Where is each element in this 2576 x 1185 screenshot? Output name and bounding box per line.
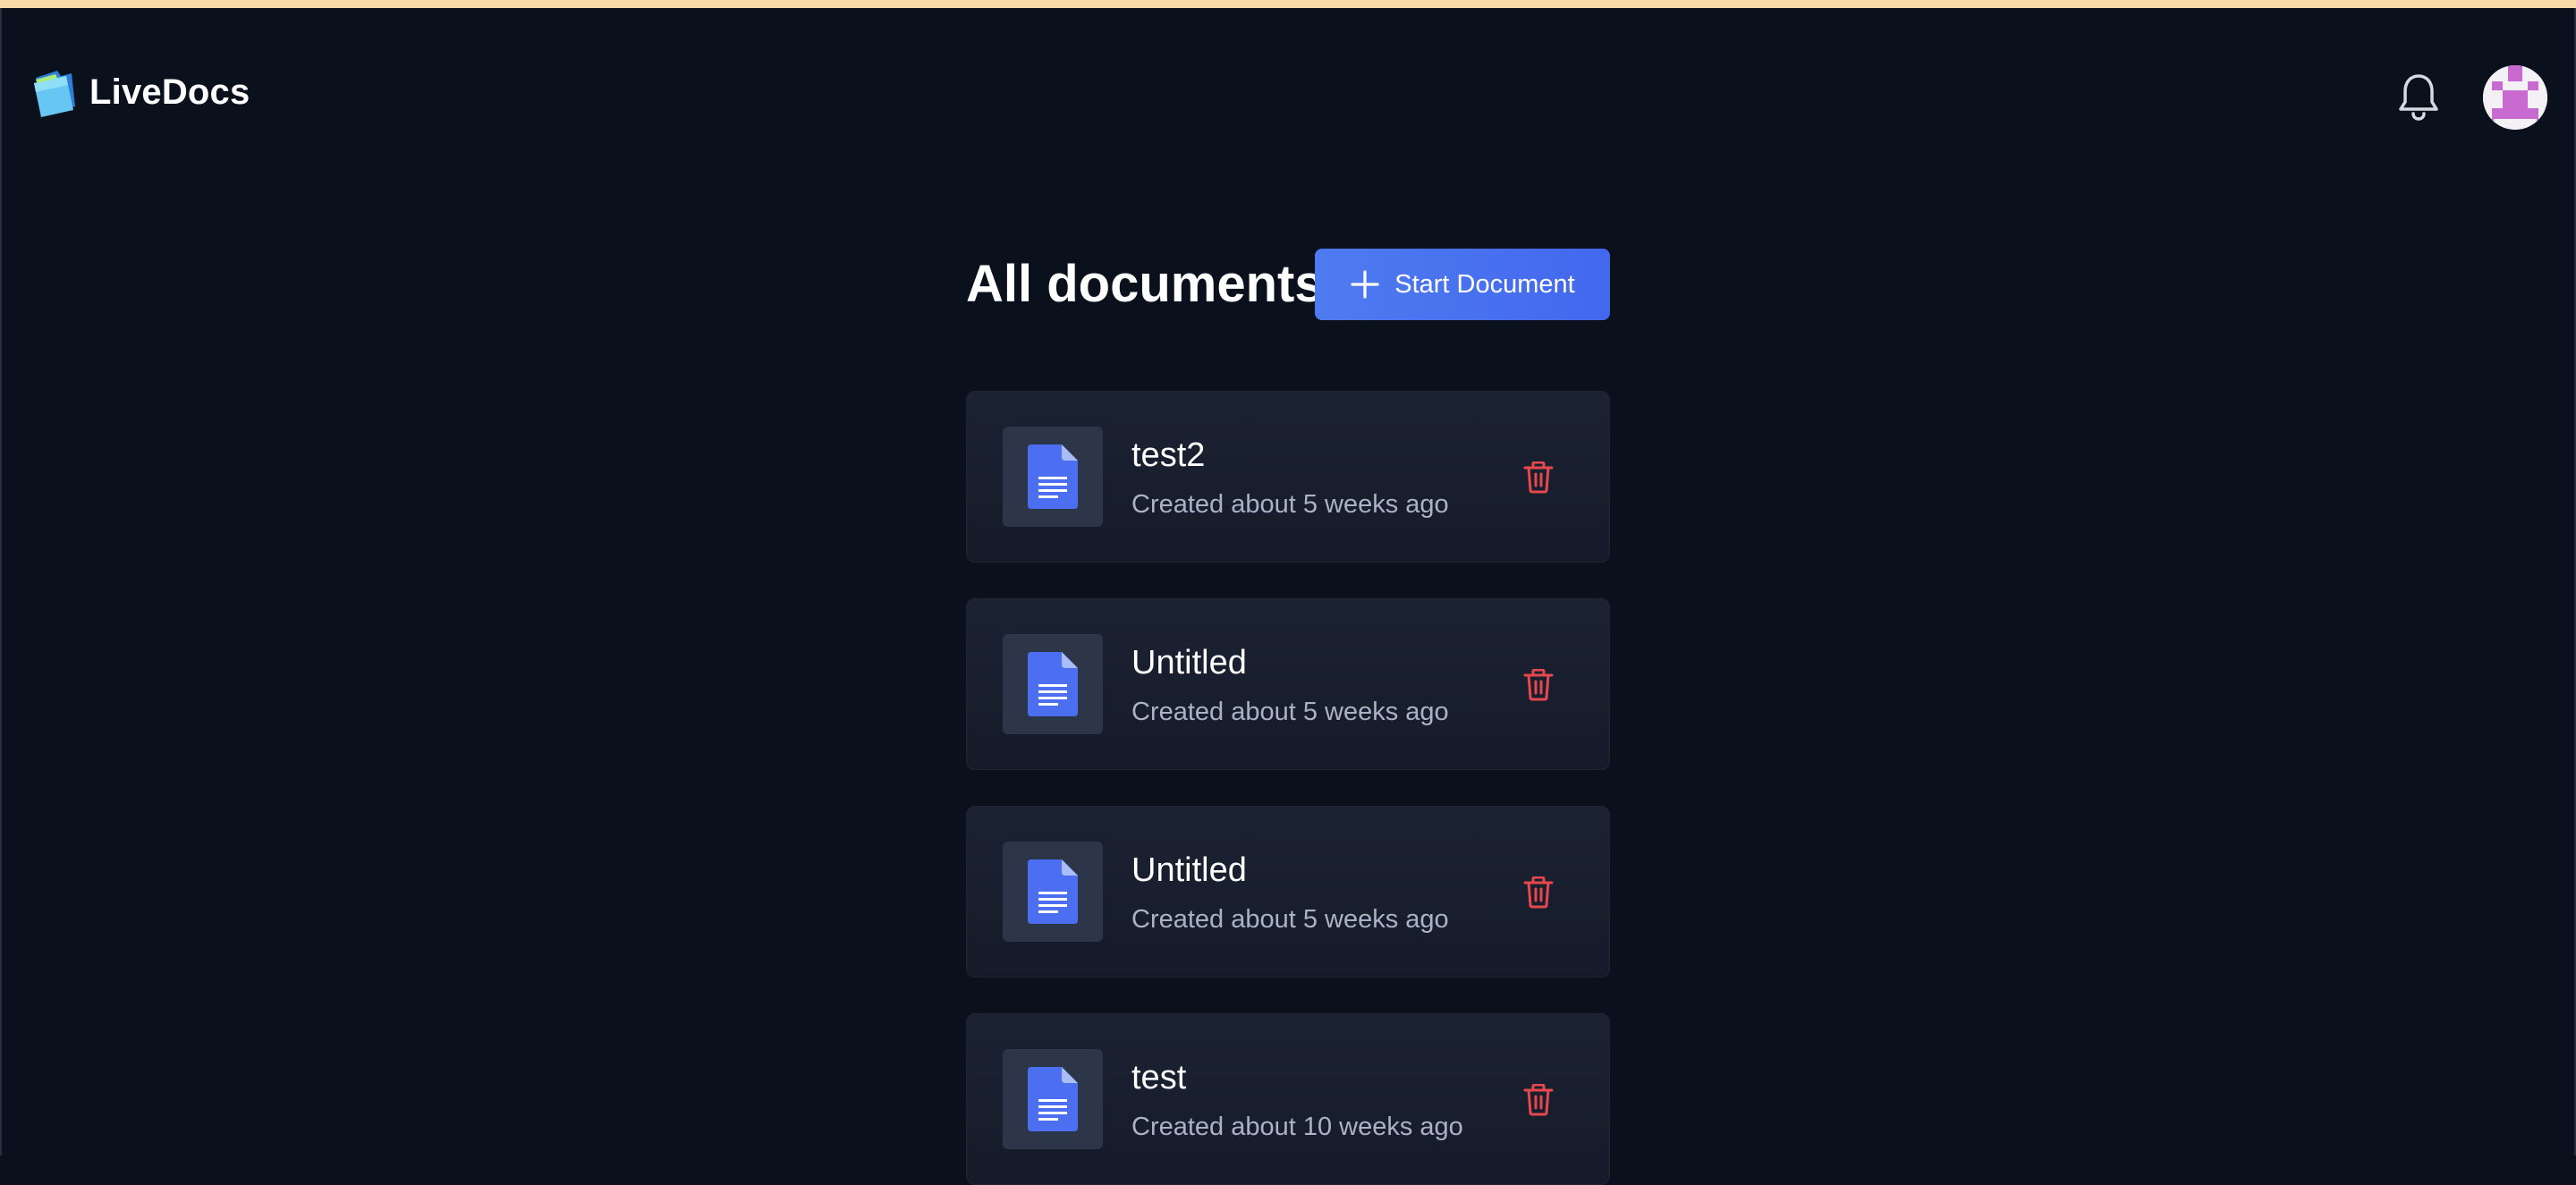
document-created: Created about 5 weeks ago (1131, 698, 1449, 726)
documents-title-row: All documents Start Document (966, 247, 1610, 322)
document-icon (1028, 859, 1078, 924)
user-avatar[interactable] (2483, 65, 2547, 130)
document-icon (1028, 444, 1078, 509)
plus-icon (1351, 270, 1379, 299)
document-icon-box (1003, 842, 1103, 942)
document-icon-box (1003, 1049, 1103, 1149)
document-created: Created about 5 weeks ago (1131, 905, 1449, 934)
brand-link[interactable]: LiveDocs (30, 65, 250, 119)
document-icon (1028, 1067, 1078, 1131)
browser-top-strip (0, 0, 2576, 8)
document-card[interactable]: test Created about 10 weeks ago (966, 1013, 1610, 1185)
document-card[interactable]: Untitled Created about 5 weeks ago (966, 598, 1610, 770)
document-created: Created about 10 weeks ago (1131, 1113, 1463, 1141)
start-document-label: Start Document (1394, 269, 1575, 299)
document-icon-box (1003, 634, 1103, 734)
document-card[interactable]: Untitled Created about 5 weeks ago (966, 806, 1610, 978)
app-header: LiveDocs (0, 8, 2576, 178)
document-title: test2 (1131, 436, 1206, 474)
trash-icon[interactable] (1523, 461, 1554, 494)
folder-logo-icon (34, 71, 75, 117)
document-card[interactable]: test2 Created about 5 weeks ago (966, 391, 1610, 563)
avatar-pattern-icon (2483, 65, 2547, 130)
document-title: Untitled (1131, 644, 1247, 681)
document-icon-box (1003, 427, 1103, 527)
bell-icon[interactable] (2397, 72, 2440, 123)
document-title: Untitled (1131, 851, 1247, 889)
trash-icon[interactable] (1523, 1084, 1554, 1116)
brand-name: LiveDocs (89, 72, 250, 112)
document-title: test (1131, 1059, 1187, 1096)
page-title: All documents (966, 255, 1324, 313)
start-document-button[interactable]: Start Document (1315, 249, 1610, 320)
document-created: Created about 5 weeks ago (1131, 490, 1449, 519)
trash-icon[interactable] (1523, 876, 1554, 909)
window-frame-left (0, 8, 2, 1155)
trash-icon[interactable] (1523, 669, 1554, 701)
document-icon (1028, 652, 1078, 716)
